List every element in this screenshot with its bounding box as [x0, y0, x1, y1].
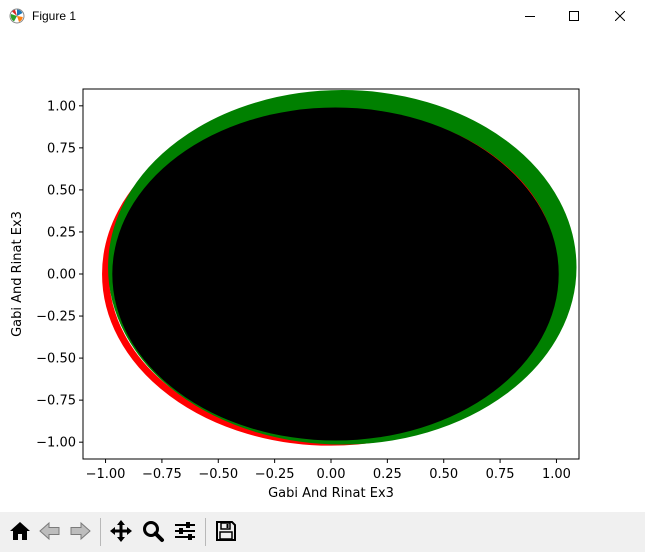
series-1-disk	[112, 107, 559, 441]
magnifier-icon	[143, 521, 164, 542]
zoom-button[interactable]	[139, 516, 167, 546]
figure-window: Figure 1 −1.00 −0.75 −0.50 −0.25 0.00 0.…	[0, 0, 645, 552]
y-axis-label: Gabi And Rinat Ex3	[10, 211, 25, 337]
configure-subplots-button[interactable]	[171, 516, 199, 546]
x-tick-label: 1.00	[542, 467, 571, 482]
y-tick-label: −0.75	[36, 394, 76, 409]
arrow-right-icon	[70, 521, 91, 541]
y-tick-label: 0.25	[47, 225, 76, 240]
toolbar-separator	[205, 518, 206, 546]
minimize-icon	[525, 16, 535, 17]
save-button[interactable]	[212, 516, 240, 546]
x-tick-label: −1.00	[86, 467, 126, 482]
x-axis-label: Gabi And Rinat Ex3	[268, 486, 394, 501]
y-tick-label: 0.50	[47, 183, 76, 198]
move-icon	[110, 520, 132, 542]
x-tick-label: −0.75	[142, 467, 182, 482]
x-tick-label: −0.25	[255, 467, 295, 482]
pan-button[interactable]	[107, 516, 135, 546]
figure-canvas[interactable]: −1.00 −0.75 −0.50 −0.25 0.00 0.25 0.50 0.75 1.00…	[0, 32, 645, 512]
window-title: Figure 1	[32, 9, 77, 23]
y-tick-label: −0.50	[36, 352, 76, 367]
close-button[interactable]	[597, 0, 643, 32]
home-icon	[10, 522, 30, 540]
title-bar[interactable]: Figure 1	[0, 0, 645, 32]
maximize-button[interactable]	[551, 0, 597, 32]
forward-button[interactable]	[66, 516, 94, 546]
close-icon	[615, 11, 625, 21]
sliders-icon	[175, 522, 195, 540]
y-tick-label: −0.25	[36, 310, 76, 325]
floppy-disk-icon	[216, 521, 236, 541]
navigation-toolbar	[0, 512, 645, 552]
x-tick-label: 0.50	[429, 467, 458, 482]
y-tick-label: 0.00	[47, 268, 76, 283]
y-tick-label: −1.00	[36, 436, 76, 451]
maximize-icon	[569, 11, 579, 21]
home-button[interactable]	[6, 516, 34, 546]
x-tick-label: 0.00	[317, 467, 346, 482]
x-tick-label: 0.75	[486, 467, 515, 482]
minimize-button[interactable]	[507, 0, 553, 32]
x-tick-label: 0.25	[373, 467, 402, 482]
arrow-left-icon	[39, 521, 60, 541]
toolbar-separator	[100, 518, 101, 546]
scatter-plot: −1.00 −0.75 −0.50 −0.25 0.00 0.25 0.50 0.75 1.00…	[10, 88, 580, 501]
y-tick-label: 1.00	[47, 99, 76, 114]
matplotlib-logo-icon	[9, 8, 25, 24]
back-button[interactable]	[36, 516, 64, 546]
y-tick-label: 0.75	[47, 141, 76, 156]
x-tick-label: −0.50	[198, 467, 238, 482]
